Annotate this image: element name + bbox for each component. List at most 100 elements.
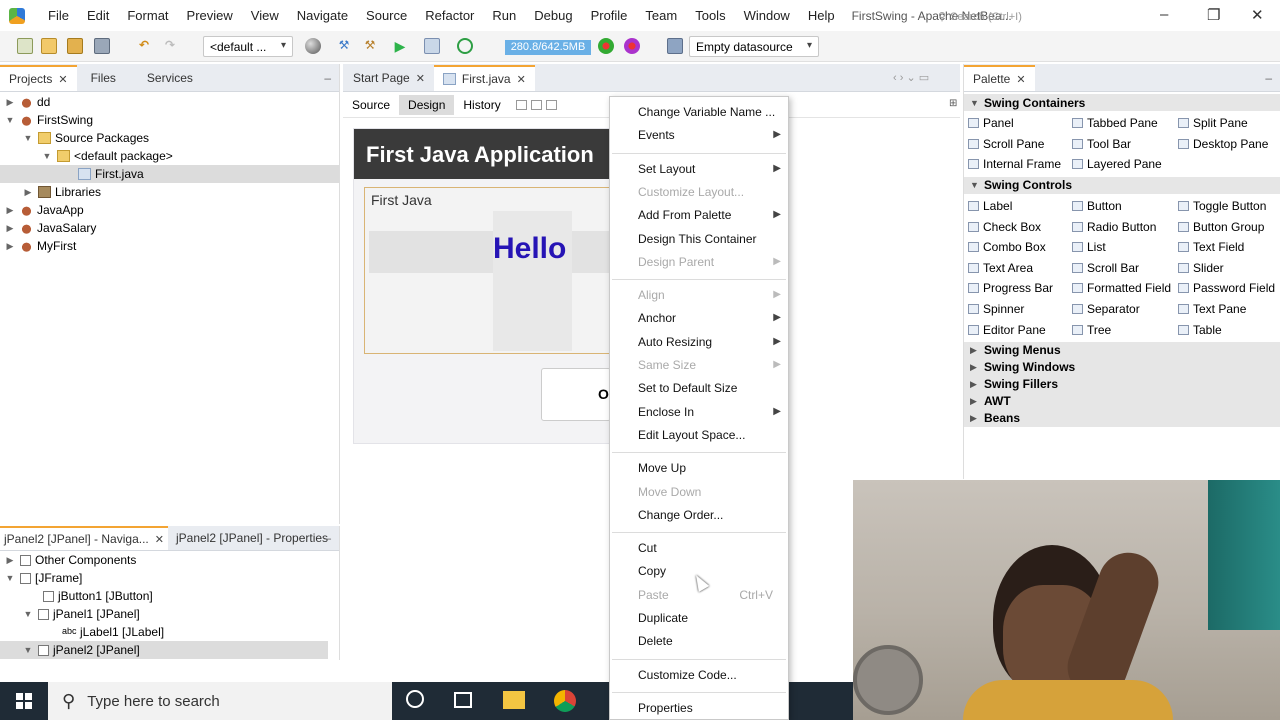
scroll-tabs-icon[interactable]: ‹ › ⌄ ▭ — [893, 71, 929, 84]
quick-search-input[interactable]: ⚲ Search (Ctrl+I) — [938, 8, 1144, 25]
build-hammer-icon[interactable]: ⚒ — [336, 38, 352, 54]
debug-icon[interactable] — [424, 38, 440, 54]
expand-icon[interactable]: ▶ — [970, 413, 984, 424]
start-button[interactable] — [0, 682, 48, 720]
palette-category-swing-controls[interactable]: ▼ Swing Controls — [964, 176, 1280, 194]
expand-icon[interactable]: ▶ — [4, 223, 16, 234]
palette-item-internal-frame[interactable]: Internal Frame — [968, 154, 1072, 175]
expand-icon[interactable]: ▶ — [22, 187, 34, 198]
palette-item-list[interactable]: List — [1072, 237, 1178, 258]
design-view-button[interactable]: Design — [399, 94, 455, 115]
redo-icon[interactable]: ↷ — [162, 38, 178, 54]
collapse-icon[interactable]: ▼ — [22, 609, 34, 619]
menu-refactor[interactable]: Refactor — [416, 8, 483, 23]
menu-view[interactable]: View — [242, 8, 288, 23]
menu-file[interactable]: File — [39, 8, 78, 23]
tree-node-source-packages[interactable]: ▼ Source Packages — [0, 129, 339, 147]
clean-build-icon[interactable]: ⚒ — [362, 38, 378, 54]
close-icon[interactable]: ✕ — [58, 73, 67, 86]
menu-team[interactable]: Team — [636, 8, 686, 23]
save-all-icon[interactable] — [94, 38, 110, 54]
palette-item-desktop-pane[interactable]: Desktop Pane — [1178, 134, 1280, 155]
tree-node-dd[interactable]: ▶ dd — [0, 93, 339, 111]
palette-item-combo-box[interactable]: Combo Box — [968, 237, 1072, 258]
menu-navigate[interactable]: Navigate — [288, 8, 357, 23]
palette-item-slider[interactable]: Slider — [1178, 258, 1280, 279]
context-item-change-variable-name[interactable]: Change Variable Name ... — [610, 101, 788, 123]
collapse-icon[interactable]: ▼ — [970, 180, 984, 190]
palette-item-split-pane[interactable]: Split Pane — [1178, 113, 1280, 134]
palette-item-tool-bar[interactable]: Tool Bar — [1072, 134, 1178, 155]
nav-node-jbutton1[interactable]: jButton1 [JButton] — [0, 587, 339, 605]
expand-icon[interactable]: ▶ — [970, 362, 984, 373]
profiler-icon[interactable] — [624, 38, 640, 54]
palette-item-scroll-pane[interactable]: Scroll Pane — [968, 134, 1072, 155]
context-item-enclose-in[interactable]: Enclose In ▶ — [610, 401, 788, 423]
expand-icon[interactable]: ▶ — [970, 345, 984, 356]
collapse-icon[interactable]: ▼ — [4, 115, 16, 125]
tree-node-javasalary[interactable]: ▶ JavaSalary — [0, 219, 339, 237]
palette-item-spinner[interactable]: Spinner — [968, 299, 1072, 320]
context-item-edit-layout-space[interactable]: Edit Layout Space... — [610, 424, 788, 446]
collapse-icon[interactable]: ▼ — [4, 573, 16, 583]
menu-preview[interactable]: Preview — [178, 8, 242, 23]
palette-item-button-group[interactable]: Button Group — [1178, 216, 1280, 237]
context-item-delete[interactable]: Delete — [610, 630, 788, 652]
tab-files[interactable]: Files — [77, 65, 125, 91]
menu-window[interactable]: Window — [735, 8, 799, 23]
nav-node-jpanel2[interactable]: ▼ jPanel2 [JPanel] — [0, 641, 328, 659]
tree-node-default-package[interactable]: ▼ <default package> — [0, 147, 339, 165]
jbutton1-preview[interactable]: O — [541, 368, 611, 421]
palette-item-editor-pane[interactable]: Editor Pane — [968, 319, 1072, 340]
close-icon[interactable]: ✕ — [517, 73, 526, 86]
database-icon[interactable] — [667, 38, 683, 54]
memory-indicator[interactable]: 280.8/642.5MB — [505, 40, 591, 55]
palette-item-password-field[interactable]: Password Field — [1178, 278, 1280, 299]
menu-profile[interactable]: Profile — [582, 8, 637, 23]
context-item-change-order[interactable]: Change Order... — [610, 504, 788, 526]
file-explorer-icon[interactable] — [503, 691, 525, 709]
context-item-set-to-default-size[interactable]: Set to Default Size — [610, 377, 788, 399]
cortana-icon[interactable] — [406, 690, 424, 708]
history-view-button[interactable]: History — [454, 98, 509, 112]
tree-node-javaapp[interactable]: ▶ JavaApp — [0, 201, 339, 219]
palette-item-text-pane[interactable]: Text Pane — [1178, 299, 1280, 320]
hello-label[interactable]: Hello — [493, 232, 566, 266]
close-icon[interactable]: ✕ — [416, 72, 425, 85]
collapse-icon[interactable]: ▼ — [22, 645, 34, 655]
context-item-add-from-palette[interactable]: Add From Palette ▶ — [610, 204, 788, 226]
close-icon[interactable]: ✕ — [155, 533, 164, 546]
menu-help[interactable]: Help — [799, 8, 844, 23]
expand-icon[interactable]: ▶ — [970, 396, 984, 407]
palette-item-toggle-button[interactable]: Toggle Button — [1178, 196, 1280, 217]
connection-mode-icon[interactable] — [530, 99, 542, 110]
menu-tools[interactable]: Tools — [686, 8, 734, 23]
frame-title-label[interactable]: First Java Application — [354, 129, 614, 179]
preview-design-icon[interactable] — [545, 99, 557, 110]
menu-format[interactable]: Format — [118, 8, 177, 23]
selection-mode-icon[interactable] — [515, 99, 527, 110]
new-file-icon[interactable] — [17, 38, 33, 54]
nav-node-jlabel1[interactable]: abc jLabel1 [JLabel] — [0, 623, 339, 641]
palette-item-formatted-field[interactable]: Formatted Field — [1072, 278, 1178, 299]
chrome-icon[interactable] — [554, 690, 576, 712]
palette-item-label[interactable]: Label — [968, 196, 1072, 217]
tab-services[interactable]: Services — [125, 65, 202, 91]
context-item-auto-resizing[interactable]: Auto Resizing ▶ — [610, 331, 788, 353]
palette-item-scroll-bar[interactable]: Scroll Bar — [1072, 258, 1178, 279]
minimize-icon[interactable]: – — [1265, 71, 1272, 85]
taskbar-search-box[interactable]: ⚲ Type here to search — [48, 682, 392, 720]
run-icon[interactable]: ▶ — [392, 38, 408, 54]
palette-category-swing-windows[interactable]: ▶ Swing Windows — [964, 358, 1280, 376]
expand-icon[interactable]: ▶ — [4, 241, 16, 252]
palette-category-swing-fillers[interactable]: ▶ Swing Fillers — [964, 375, 1280, 393]
tab-palette[interactable]: Palette ✕ — [964, 65, 1035, 91]
palette-category-swing-menus[interactable]: ▶ Swing Menus — [964, 341, 1280, 359]
nav-node-jframe[interactable]: ▼ [JFrame] — [0, 569, 339, 587]
open-project-icon[interactable] — [67, 38, 83, 54]
palette-item-tabbed-pane[interactable]: Tabbed Pane — [1072, 113, 1178, 134]
tree-node-firstswing[interactable]: ▼ FirstSwing — [0, 111, 339, 129]
collapse-icon[interactable]: ▼ — [970, 98, 984, 108]
menu-edit[interactable]: Edit — [78, 8, 118, 23]
collapse-icon[interactable]: ▼ — [41, 151, 53, 161]
